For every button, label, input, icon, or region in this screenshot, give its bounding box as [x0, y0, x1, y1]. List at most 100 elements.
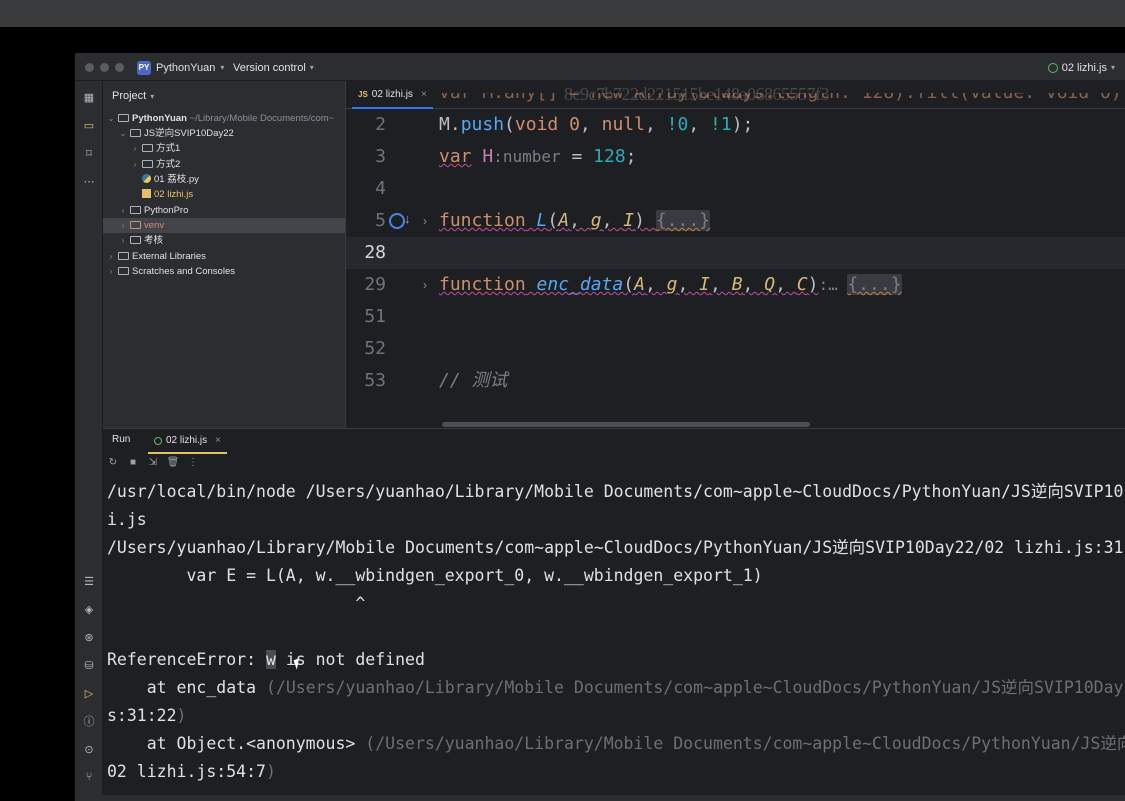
folder-icon	[130, 206, 141, 214]
stack-link: (/Users/yuanhao/Library/Mobile Documents…	[265, 678, 1124, 697]
stack-link: (/Users/yuanhao/Library/Mobile Documents…	[365, 734, 1125, 753]
line-number: 52	[364, 338, 386, 359]
window-zoom-button[interactable]	[115, 63, 124, 72]
todo-icon[interactable]: ☰	[81, 573, 97, 589]
run-toolbar: ↻ ■ ⇲ 🗑 ⋮	[107, 455, 199, 470]
scratches-icon	[118, 267, 129, 275]
code-editor[interactable]: JS 02 lizhi.js × 8c9c7b722d221515be148a0…	[345, 81, 1125, 428]
chevron-right-icon: ›	[121, 206, 125, 215]
tree-item-root[interactable]: ⌄ PythonYuan ~/Library/Mobile Documents/c…	[103, 111, 345, 126]
run-icon[interactable]: ▷	[81, 685, 97, 701]
code-line-2: 2 M.push(void 0, null, !0, !1);	[346, 109, 1125, 141]
run-tab-label: 02 lizhi.js	[166, 435, 208, 446]
services-icon[interactable]: ⊙	[81, 741, 97, 757]
more-options-icon[interactable]: ⋮	[187, 457, 199, 469]
tree-item-label: venv	[144, 220, 165, 231]
clear-all-icon[interactable]: 🗑	[167, 457, 180, 469]
database-icon[interactable]: ⛁	[81, 657, 97, 673]
folded-block: {...}	[847, 274, 902, 295]
run-configuration-selector[interactable]: 02 lizhi.js ▾	[1047, 59, 1115, 76]
line-number: 29	[364, 274, 386, 295]
structure-icon[interactable]: ▦	[81, 89, 97, 105]
problems-icon[interactable]: ⓘ	[81, 713, 97, 729]
ide-window: PY PythonYuan ▾ Version control ▾ 02 liz…	[75, 53, 1125, 801]
python-file-icon	[142, 174, 151, 183]
project-panel-header[interactable]: Project ▾	[112, 90, 154, 102]
console-line-stack: at enc_data (/Users/yuanhao/Library/Mobi…	[107, 678, 1124, 697]
tree-item-pythonpro[interactable]: › PythonPro	[103, 203, 345, 218]
left-tool-strip: ▦ ▭ ⌑ ⋯ ☰ ◈ ⊛ ⛁ ▷ ⓘ ⊙ ⑂	[75, 81, 103, 801]
line-number: 51	[364, 306, 386, 327]
code-text: var M:any[] = new Array(always.length: 1…	[439, 93, 1125, 109]
window-minimize-button[interactable]	[100, 63, 109, 72]
javascript-file-icon	[142, 189, 151, 198]
close-icon[interactable]: ×	[215, 435, 221, 446]
line-number: 3	[375, 146, 386, 167]
layers-icon[interactable]: ◈	[81, 601, 97, 617]
more-tools-icon[interactable]: ⋯	[81, 173, 97, 189]
line-number: 28	[364, 242, 386, 263]
project-badge: PY	[137, 60, 151, 75]
tree-item-lizhi-js[interactable]: 02 lizhi.js	[103, 187, 345, 202]
title-bar: PY PythonYuan ▾ Version control ▾ 02 liz…	[75, 53, 1125, 81]
git-icon[interactable]: ⑂	[81, 769, 97, 785]
tree-item-fangshi2[interactable]: › 方式2	[103, 157, 345, 172]
console-output[interactable]: /usr/local/bin/node /Users/yuanhao/Libra…	[107, 478, 1125, 786]
python-packages-icon[interactable]: ⊛	[81, 629, 97, 645]
console-line: /Users/yuanhao/Library/Mobile Documents/…	[107, 538, 1124, 557]
chevron-right-icon: ›	[133, 160, 137, 169]
tree-item-venv[interactable]: › venv	[103, 218, 345, 233]
folded-block: {...}	[655, 210, 711, 231]
tree-item-path: ~/Library/Mobile Documents/com~	[189, 113, 335, 124]
version-control-menu[interactable]: Version control ▾	[233, 59, 314, 76]
stop-icon[interactable]: ■	[127, 457, 139, 469]
code-line-29: 29 › function enc_data(A, g, I, B, Q, C)…	[346, 269, 1125, 301]
chevron-right-icon: ›	[121, 221, 125, 230]
node-run-icon	[154, 436, 162, 445]
console-line: /usr/local/bin/node /Users/yuanhao/Libra…	[107, 482, 1124, 501]
rerun-icon[interactable]: ↻	[107, 457, 119, 469]
run-panel-header: Run 02 lizhi.js ×	[103, 429, 1125, 454]
project-switcher[interactable]: PY PythonYuan ▾	[137, 59, 224, 76]
tree-item-label: 考核	[144, 235, 164, 246]
tree-item-fangshi1[interactable]: › 方式1	[103, 141, 345, 156]
run-tool-window: Run 02 lizhi.js × ↻ ■ ⇲ 🗑 ⋮ /usr/local/b…	[103, 428, 1125, 801]
chevron-down-icon: ⌄	[107, 114, 115, 123]
tree-item-scratches[interactable]: › Scratches and Consoles	[103, 264, 345, 279]
line-number: 5	[375, 210, 386, 231]
project-name: PythonYuan	[156, 61, 216, 74]
run-tab-lizhi-js[interactable]: 02 lizhi.js ×	[148, 429, 227, 454]
chevron-down-icon: ▾	[1110, 63, 1115, 72]
tree-item-kaohe[interactable]: › 考核	[103, 233, 345, 248]
tree-item-lizhi-py[interactable]: 01 荔枝.py	[103, 172, 345, 187]
folder-icon	[130, 236, 141, 244]
version-control-label: Version control	[233, 61, 306, 74]
scroll-to-end-icon[interactable]: ⇲	[147, 457, 159, 469]
window-close-button[interactable]	[85, 63, 94, 72]
fold-chevron-icon[interactable]: ›	[423, 269, 427, 301]
code-comment: // 测试	[439, 370, 508, 391]
tree-item-js-day22[interactable]: ⌄ JS逆向SVIP10Day22	[103, 126, 345, 141]
folder-icon	[130, 129, 141, 137]
run-config-label: 02 lizhi.js	[1061, 61, 1107, 74]
recursive-call-icon[interactable]	[389, 213, 405, 229]
line-number: 53	[364, 370, 386, 391]
code-text: var H:number = 128;	[439, 146, 637, 167]
text-selection: w	[265, 650, 276, 669]
chevron-right-icon: ›	[133, 144, 137, 153]
editor-horizontal-scrollbar[interactable]	[442, 422, 810, 427]
folder-icon	[142, 160, 153, 168]
bookmarks-icon[interactable]: ⌑	[81, 145, 97, 161]
code-line-1-partial: var M:any[] = new Array(always.length: 1…	[346, 93, 1125, 109]
folder-icon	[142, 144, 153, 152]
code-line-5: 5 ↓ › function L(A, g, I) {...}	[346, 205, 1125, 237]
library-icon	[118, 252, 129, 260]
project-folder-icon[interactable]: ▭	[81, 117, 97, 133]
code-text: function L(A, g, I) {...}	[439, 210, 711, 231]
fold-chevron-icon[interactable]: ›	[423, 205, 427, 237]
tree-item-external-libraries[interactable]: › External Libraries	[103, 249, 345, 264]
chevron-down-icon: ▾	[150, 91, 155, 101]
tree-item-label: PythonPro	[144, 205, 189, 216]
tree-item-label: External Libraries	[132, 251, 206, 262]
